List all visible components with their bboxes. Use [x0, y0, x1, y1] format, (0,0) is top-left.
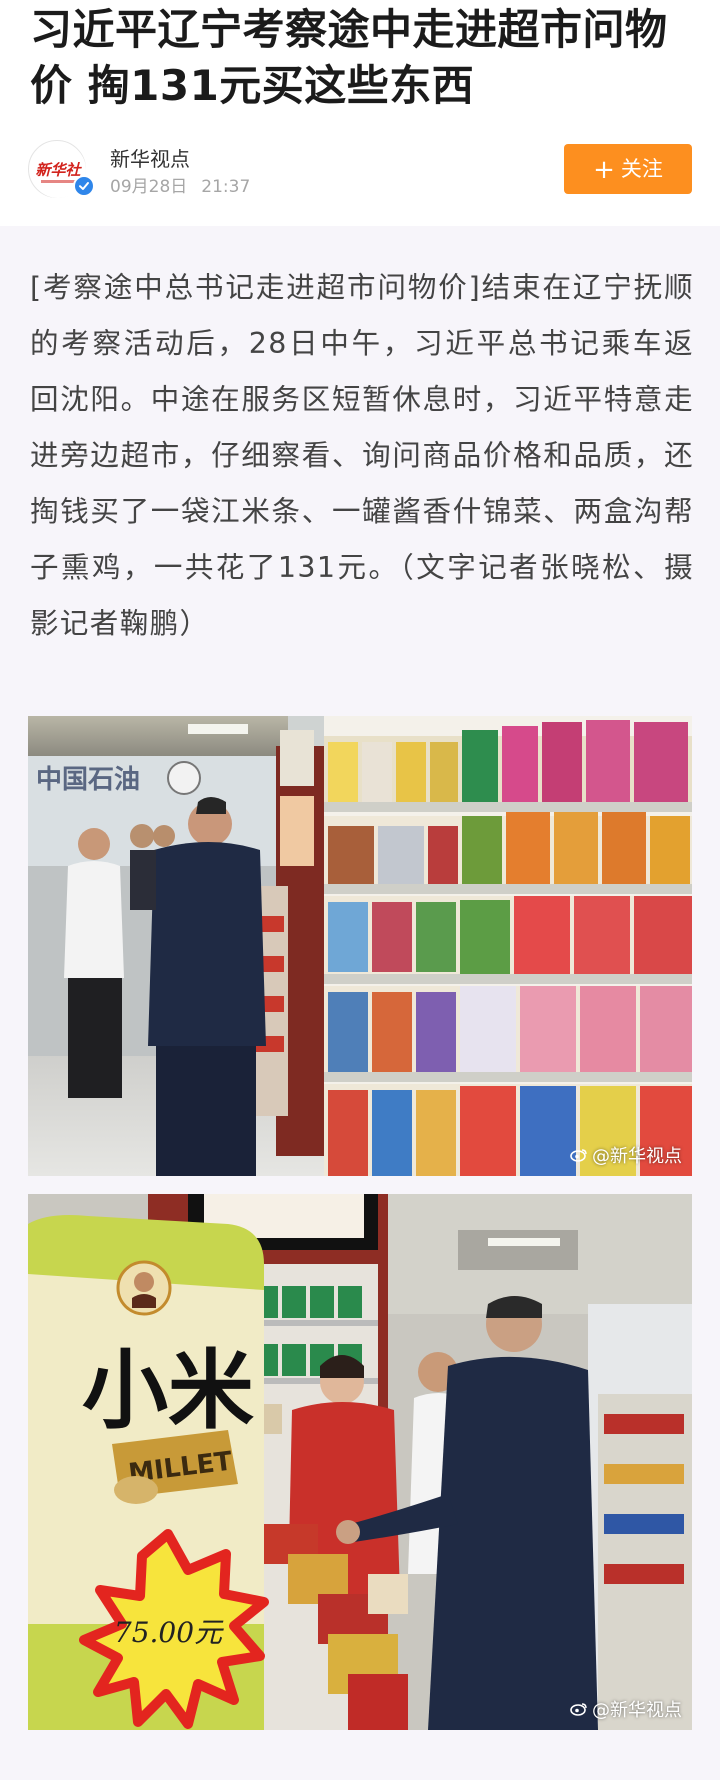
verified-badge-icon [73, 175, 95, 197]
photo-watermark: @新华视点 [570, 1146, 682, 1168]
photo-aisle-illustration: 中国石油 [28, 716, 692, 1176]
publish-meta: 09月28日 21:37 [110, 176, 250, 198]
photo-watermark: @新华视点 [570, 1700, 682, 1722]
publish-time: 21:37 [201, 177, 251, 197]
author-row: 新华社 新华视点 09月28日 21:37 + 关注 [28, 140, 692, 202]
article-body: [考察途中总书记走进超市问物价]结束在辽宁抚顺的考察活动后，28日中午，习近平总… [0, 226, 720, 1780]
follow-label: 关注 [620, 157, 663, 181]
author-name[interactable]: 新华视点 [110, 146, 190, 172]
article-page: 习近平辽宁考察途中走进超市问物价 掏131元买这些东西 新华社 新华视点 09月… [0, 0, 720, 1780]
article-lead-paragraph: [考察途中总书记走进超市问物价]结束在辽宁抚顺的考察活动后，28日中午，习近平总… [30, 271, 694, 640]
weibo-icon [570, 1148, 588, 1162]
logo-text: 新华社 [35, 161, 82, 179]
store-sign: 中国石油 [36, 765, 140, 795]
weibo-icon [570, 1702, 588, 1716]
article-title: 习近平辽宁考察途中走进超市问物价 掏131元买这些东西 [30, 5, 668, 110]
article-photo-millet-package[interactable]: 小米 MILLET 75.00元 @新华视点 [28, 1194, 692, 1730]
watermark-text: @新华视点 [592, 1146, 682, 1167]
article-header: 习近平辽宁考察途中走进超市问物价 掏131元买这些东西 新华社 新华视点 09月… [0, 0, 720, 226]
watermark-text: @新华视点 [592, 1700, 682, 1721]
article-photo-supermarket-aisle[interactable]: 中国石油 @新华视点 [28, 716, 692, 1176]
price-tag: 75.00元 [114, 1616, 224, 1649]
millet-package: 小米 MILLET 75.00元 [28, 1215, 269, 1730]
package-label: 小米 [82, 1340, 254, 1441]
photo-millet-illustration: 小米 MILLET 75.00元 [28, 1194, 692, 1730]
follow-button[interactable]: + 关注 [564, 144, 692, 194]
author-avatar[interactable]: 新华社 [28, 140, 95, 198]
plus-icon: + [593, 155, 615, 185]
publish-date: 09月28日 [110, 177, 188, 197]
